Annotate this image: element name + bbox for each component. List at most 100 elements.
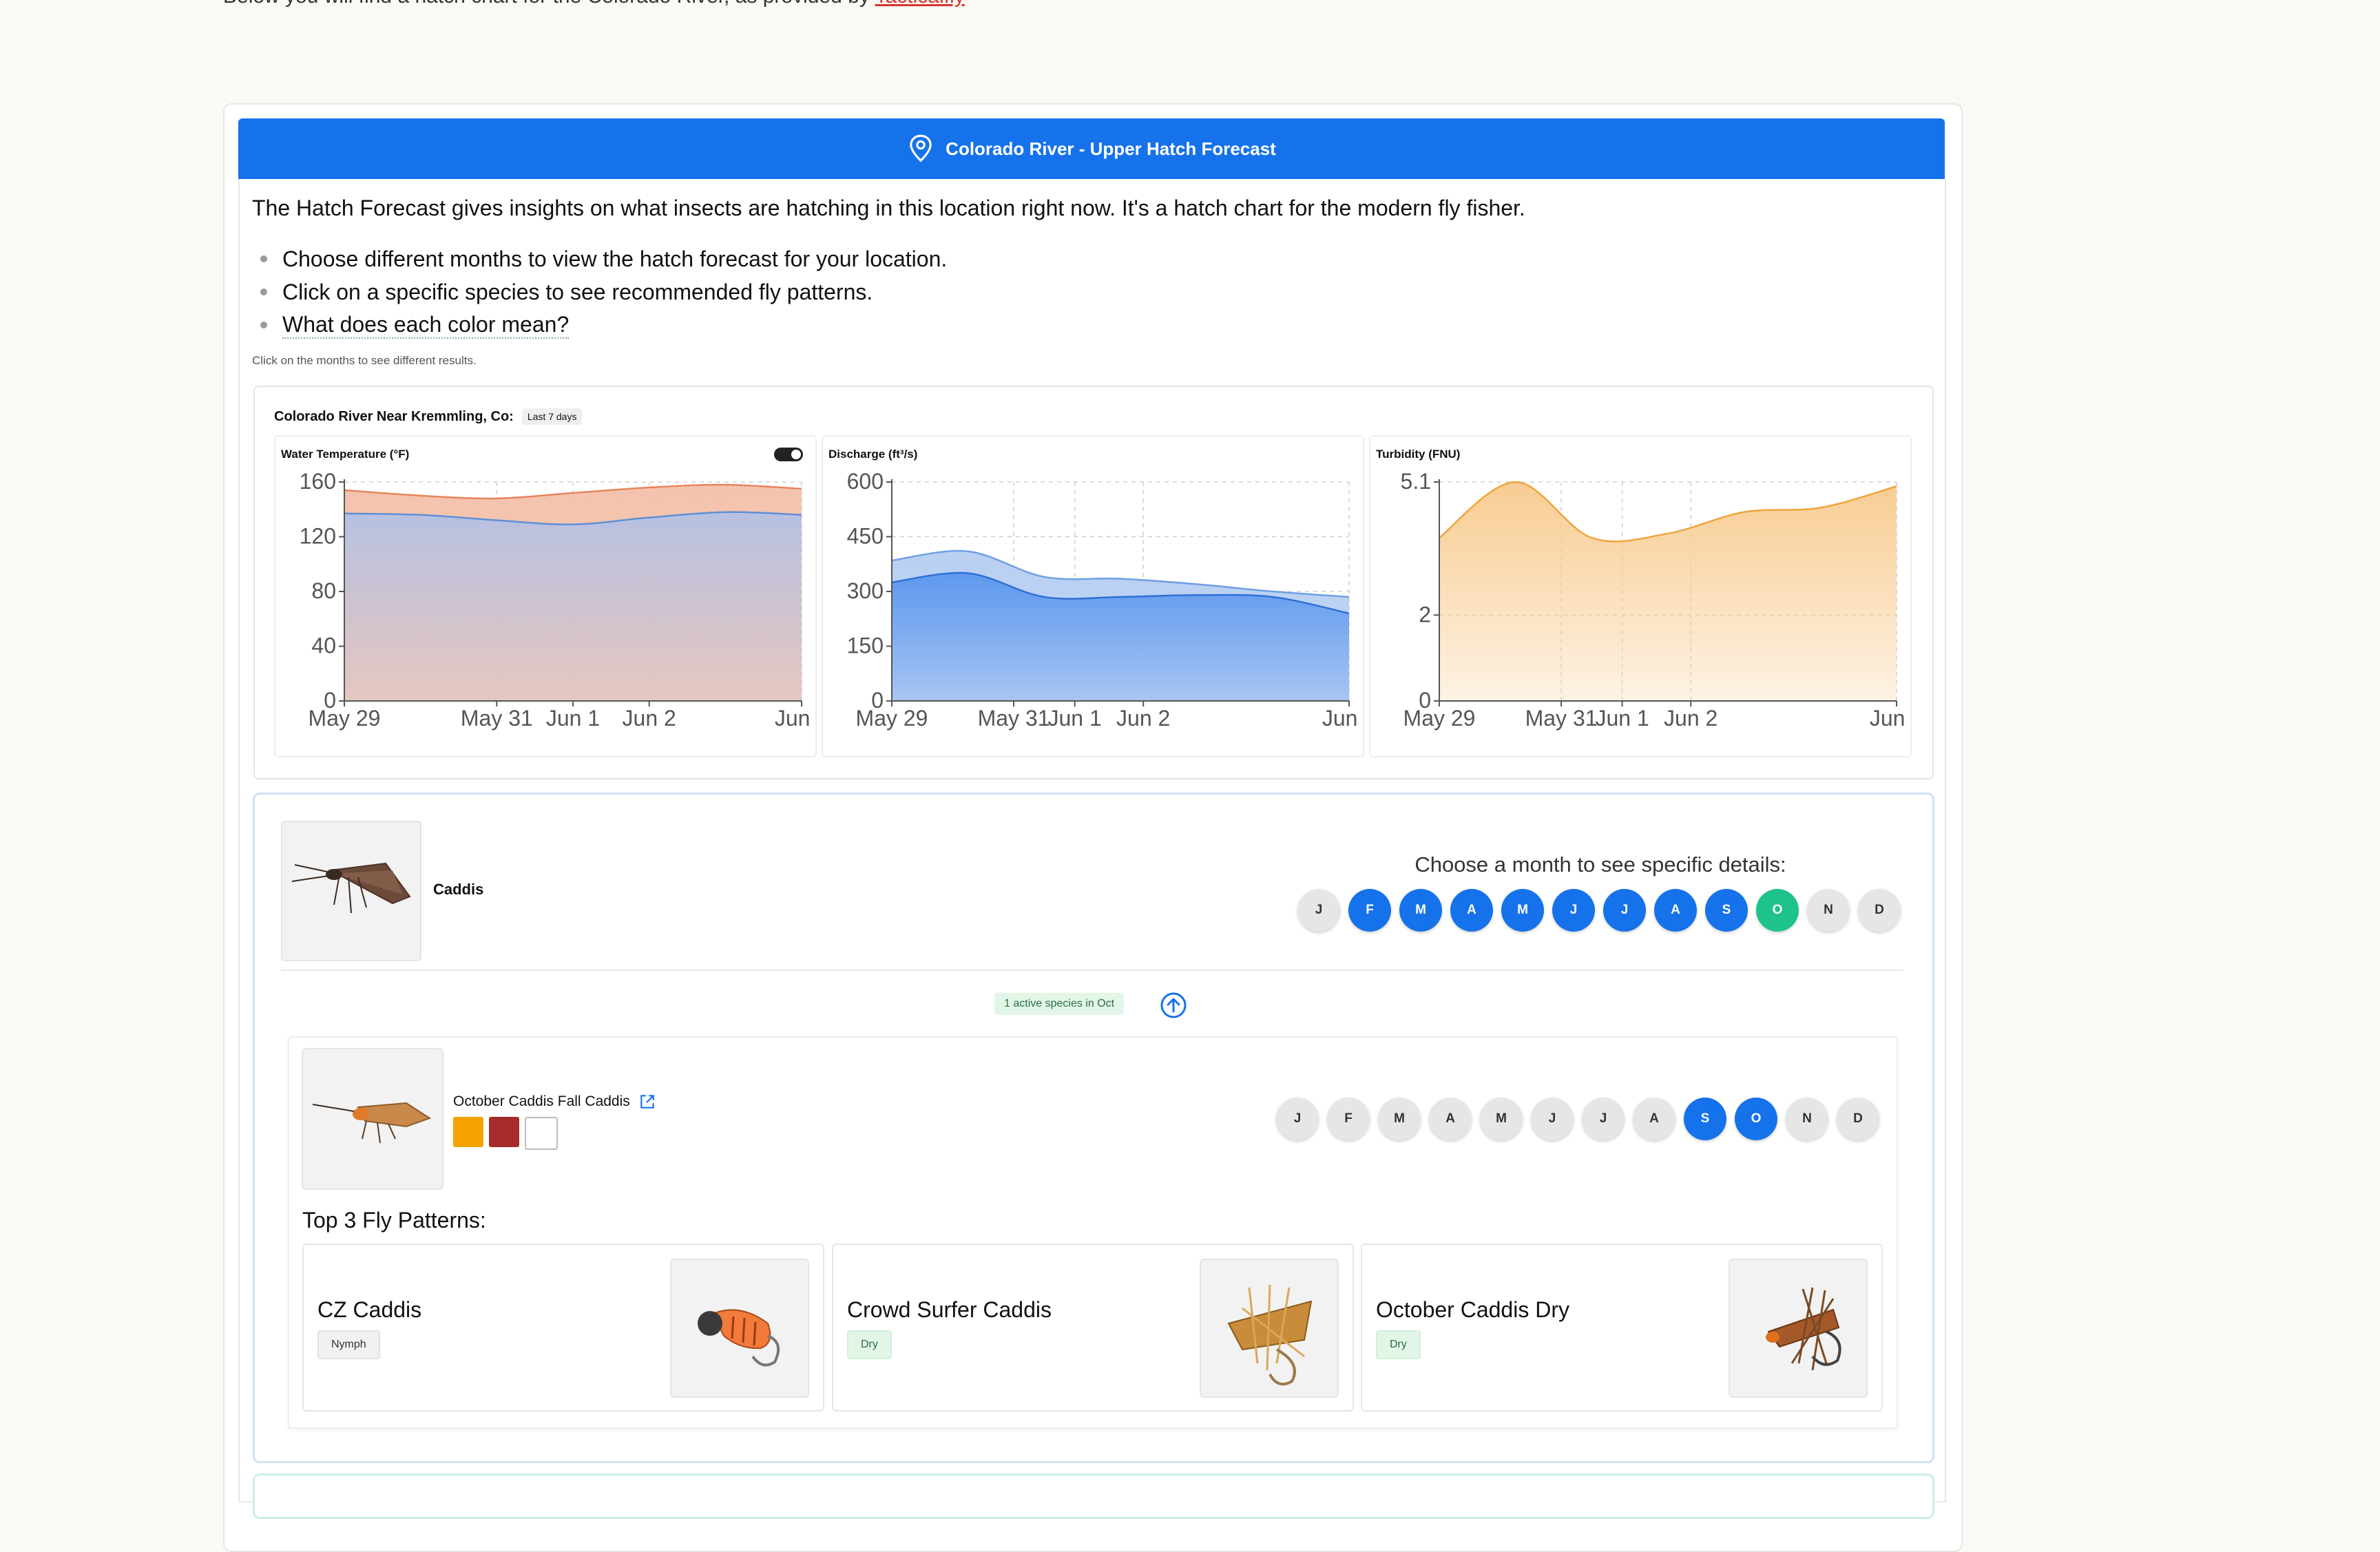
month-button[interactable]: N <box>1807 889 1850 932</box>
months-hint: Click on the months to see different res… <box>252 354 477 367</box>
y-tick-label: 80 <box>311 578 336 603</box>
collapse-up-icon[interactable] <box>1160 992 1187 1019</box>
list-item[interactable]: What does each color mean? <box>252 308 947 342</box>
cz-caddis-fly-image <box>698 1309 780 1367</box>
x-tick-label: Jun 1 <box>546 706 600 731</box>
divider <box>281 969 1903 971</box>
month-button[interactable]: O <box>1756 889 1799 932</box>
month-button[interactable]: S <box>1705 889 1748 932</box>
month-button[interactable]: S <box>1684 1098 1726 1140</box>
x-tick-label: Jun 2 <box>623 706 676 731</box>
october-caddis-dry-fly-image <box>1766 1287 1841 1371</box>
widget-title: Colorado River - Upper Hatch Forecast <box>946 138 1276 159</box>
month-button[interactable]: J <box>1531 1098 1574 1140</box>
month-button[interactable]: M <box>1378 1098 1421 1140</box>
instruction-list: Choose different months to view the hatc… <box>252 242 947 342</box>
month-button[interactable]: F <box>1348 889 1391 932</box>
sub-species-name: October Caddis Fall Caddis <box>453 1093 630 1109</box>
y-tick-label: 450 <box>847 524 884 549</box>
pattern-type-tag: Dry <box>847 1330 892 1359</box>
pattern-image <box>1729 1259 1868 1398</box>
chart-svg: 04080120160May 29May 31Jun 1Jun 2Jun 4 <box>300 469 815 731</box>
pattern-name: October Caddis Dry <box>1376 1297 1569 1322</box>
crowd-surfer-fly-image <box>1227 1284 1313 1386</box>
station-name: Colorado River Near Kremmling, Co: <box>274 408 514 424</box>
tacticalfly-link[interactable]: Tacticalfly <box>875 0 965 8</box>
y-tick-label: 150 <box>847 633 884 658</box>
bullet-text: Choose different months to view the hatc… <box>282 246 948 271</box>
fly-pattern-card[interactable]: Crowd Surfer Caddis Dry <box>832 1244 1354 1412</box>
station-heading: Colorado River Near Kremmling, Co: Last … <box>274 408 583 425</box>
x-tick-label: Jun 4 <box>1322 706 1363 731</box>
x-tick-label: May 31 <box>1525 706 1598 731</box>
month-button[interactable]: D <box>1858 889 1901 932</box>
month-button[interactable]: M <box>1480 1098 1523 1140</box>
x-tick-label: Jun 2 <box>1664 706 1718 731</box>
month-button[interactable]: M <box>1399 889 1442 932</box>
external-link-icon[interactable] <box>638 1093 656 1111</box>
x-tick-label: May 29 <box>309 706 381 731</box>
month-button[interactable]: M <box>1501 889 1544 932</box>
month-button[interactable]: F <box>1327 1098 1370 1140</box>
caddis-insect-icon <box>291 862 411 914</box>
y-tick-label: 120 <box>300 524 336 549</box>
species-name: Caddis <box>433 881 484 898</box>
y-tick-label: 5.1 <box>1401 469 1431 494</box>
bullet-text: Click on a specific species to see recom… <box>282 279 873 304</box>
month-button[interactable]: J <box>1276 1098 1319 1140</box>
month-button[interactable]: A <box>1633 1098 1676 1140</box>
series-area <box>1439 482 1897 701</box>
widget-header: Colorado River - Upper Hatch Forecast <box>238 118 1945 179</box>
active-species-badge: 1 active species in Oct <box>994 993 1125 1015</box>
patterns-title: Top 3 Fly Patterns: <box>302 1208 486 1233</box>
pattern-image <box>670 1259 809 1398</box>
x-tick-label: Jun 4 <box>775 706 815 731</box>
pattern-name: Crowd Surfer Caddis <box>847 1297 1052 1322</box>
fly-pattern-card[interactable]: October Caddis Dry Dry <box>1361 1244 1883 1412</box>
next-species-panel <box>253 1474 1934 1519</box>
chart-svg: 0150300450600May 29May 31Jun 1Jun 2Jun 4 <box>847 469 1363 731</box>
chart-discharge: Discharge (ft³/s) 0 150 300 450 600 May 29 May… <box>822 435 1364 757</box>
month-button[interactable]: J <box>1297 889 1340 932</box>
y-tick-label: 2 <box>1419 602 1431 627</box>
sub-species-month-row: JFMAMJJASOND <box>1276 1098 1879 1140</box>
month-button[interactable]: N <box>1786 1098 1828 1140</box>
color-swatch <box>489 1117 519 1147</box>
x-tick-label: May 31 <box>461 706 533 731</box>
month-button[interactable]: J <box>1603 889 1646 932</box>
month-button[interactable]: A <box>1654 889 1697 932</box>
chart-svg: 025.1May 29May 31Jun 1Jun 2Jun 4 <box>1401 469 1910 731</box>
y-tick-label: 600 <box>847 469 884 494</box>
month-button[interactable]: O <box>1735 1098 1777 1140</box>
fly-pattern-card[interactable]: CZ Caddis Nymph <box>302 1244 824 1412</box>
choose-month-label: Choose a month to see specific details: <box>1415 852 1786 877</box>
y-tick-label: 300 <box>847 578 884 603</box>
intro-sentence: Below you will find a hatch chart for th… <box>223 0 875 8</box>
month-button[interactable]: J <box>1582 1098 1625 1140</box>
pattern-type-tag: Nymph <box>317 1330 380 1359</box>
chart-water-temperature: Water Temperature (°F) 0 40 80 120 160 May 29… <box>274 435 817 757</box>
list-item: Click on a specific species to see recom… <box>252 275 947 308</box>
month-button[interactable]: A <box>1429 1098 1472 1140</box>
pattern-image <box>1200 1259 1339 1398</box>
month-button[interactable]: J <box>1552 889 1595 932</box>
color-meaning-link[interactable]: What does each color mean? <box>282 312 570 339</box>
x-tick-label: May 31 <box>978 706 1050 731</box>
y-tick-label: 40 <box>311 633 336 658</box>
pattern-type-tag: Dry <box>1376 1330 1421 1359</box>
month-button[interactable]: D <box>1837 1098 1879 1140</box>
range-tag: Last 7 days <box>521 408 583 425</box>
x-tick-label: Jun 2 <box>1116 706 1170 731</box>
month-button[interactable]: A <box>1450 889 1493 932</box>
x-tick-label: May 29 <box>1403 706 1476 731</box>
x-tick-label: May 29 <box>856 706 928 731</box>
chart-turbidity: Turbidity (FNU) 0 2 5.1 May 29 May 31 Jun 1 Ju… <box>1369 435 1912 757</box>
list-item: Choose different months to view the hatc… <box>252 242 947 275</box>
color-swatch <box>525 1117 558 1150</box>
color-swatches <box>453 1117 558 1150</box>
series-area <box>344 512 802 701</box>
caddis-image[interactable] <box>281 821 421 961</box>
pattern-name: CZ Caddis <box>317 1297 422 1322</box>
sub-species-title: October Caddis Fall Caddis <box>453 1093 656 1111</box>
october-caddis-image[interactable] <box>302 1048 443 1190</box>
